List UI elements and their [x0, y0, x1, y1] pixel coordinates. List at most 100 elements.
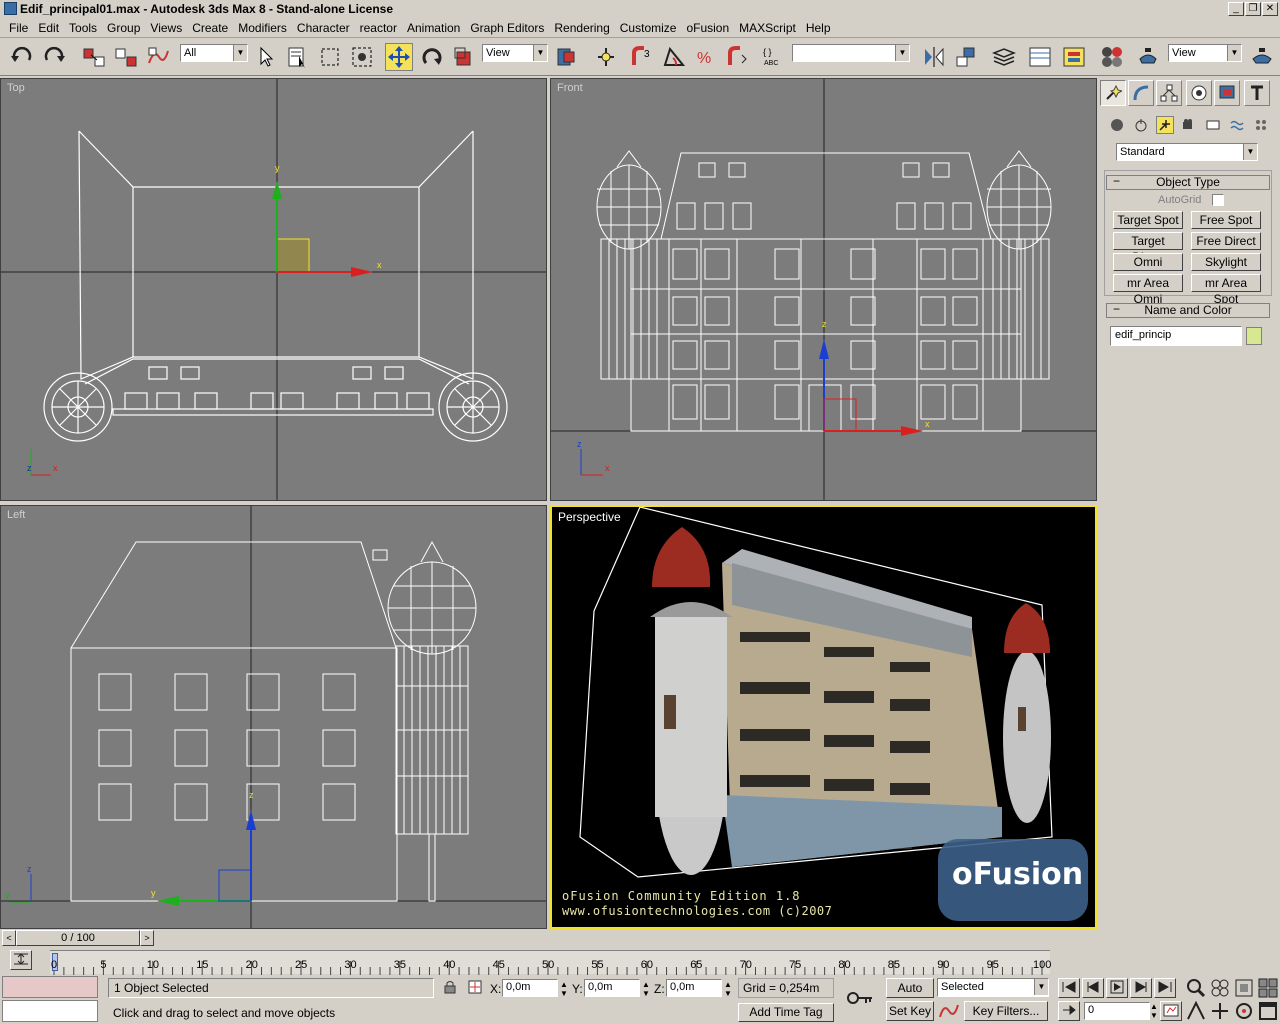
autogrid-checkbox[interactable]: [1212, 194, 1224, 206]
add-time-tag-button[interactable]: Add Time Tag: [738, 1003, 834, 1022]
unlink-icon[interactable]: [112, 43, 140, 71]
select-move-icon[interactable]: [385, 43, 413, 71]
link-icon[interactable]: [80, 43, 108, 71]
select-object-icon[interactable]: [252, 43, 280, 71]
default-key-icon[interactable]: [846, 990, 874, 1006]
light-button-mr-area-spot[interactable]: mr Area Spot: [1191, 274, 1261, 306]
auto-key-button[interactable]: Auto Key: [886, 978, 934, 1013]
name-color-rollout-header[interactable]: − Name and Color: [1106, 303, 1270, 318]
select-scale-icon[interactable]: [450, 43, 478, 71]
render-scene-icon[interactable]: [1134, 43, 1162, 71]
menu-item-modifiers[interactable]: Modifiers: [233, 21, 292, 35]
menu-item-file[interactable]: File: [4, 21, 33, 35]
select-manipulate-icon[interactable]: [592, 43, 620, 71]
hierarchy-panel-tab[interactable]: [1156, 80, 1182, 106]
menu-item-edit[interactable]: Edit: [33, 21, 64, 35]
time-config-icon[interactable]: [1160, 1001, 1182, 1021]
key-mode-toggle-icon[interactable]: [1058, 1001, 1080, 1021]
edit-named-selection-icon[interactable]: { } ABC: [760, 43, 788, 71]
systems-icon[interactable]: [1252, 116, 1270, 134]
menu-item-help[interactable]: Help: [801, 21, 836, 35]
frame-spinner[interactable]: ▲ ▼: [1150, 1002, 1158, 1020]
viewport-label-left[interactable]: Left: [7, 509, 25, 521]
rect-selection-icon[interactable]: [316, 43, 344, 71]
modify-panel-tab[interactable]: [1128, 80, 1154, 106]
menu-item-views[interactable]: Views: [145, 21, 187, 35]
time-slider-thumb[interactable]: 0 / 100: [16, 930, 140, 946]
maxscript-listener-mini[interactable]: [2, 976, 98, 998]
light-button-target-direct[interactable]: Target Direct: [1113, 232, 1183, 264]
window-crossing-icon[interactable]: [348, 43, 376, 71]
y-coord-field[interactable]: 0,0m: [584, 979, 640, 997]
zoom-extents-all-icon[interactable]: [1258, 978, 1280, 998]
quick-render-icon[interactable]: [1248, 43, 1276, 71]
light-button-omni[interactable]: Omni: [1113, 253, 1183, 271]
snap-toggle-icon[interactable]: 3: [628, 43, 656, 71]
display-panel-tab[interactable]: [1214, 80, 1240, 106]
z-coord-field[interactable]: 0,0m: [666, 979, 722, 997]
redo-icon[interactable]: [40, 43, 68, 71]
key-mode-dropdown[interactable]: Selected ▼: [937, 978, 1049, 997]
object-color-swatch[interactable]: [1246, 327, 1262, 345]
pan-icon[interactable]: [1210, 1001, 1232, 1021]
goto-start-icon[interactable]: [1058, 978, 1080, 998]
set-key-button[interactable]: Set Key: [886, 1001, 934, 1021]
light-button-target-spot[interactable]: Target Spot: [1113, 211, 1183, 229]
viewport-front[interactable]: z x z x Front: [550, 78, 1097, 501]
material-editor-icon[interactable]: [1098, 43, 1126, 71]
spinner-snap-icon[interactable]: [724, 43, 752, 71]
viewport-top[interactable]: y x z x Top: [0, 78, 547, 501]
viewport-left[interactable]: z y z y Left: [0, 505, 547, 929]
curve-editor-icon[interactable]: [1026, 43, 1054, 71]
schematic-view-icon[interactable]: [1060, 43, 1088, 71]
menu-item-animation[interactable]: Animation: [402, 21, 465, 35]
reference-coordinate-dropdown[interactable]: View ▼: [482, 44, 548, 62]
layer-manager-icon[interactable]: [990, 43, 1018, 71]
arc-rotate-icon[interactable]: [1234, 1001, 1256, 1021]
viewport-perspective[interactable]: Perspective oFusion oFusion Community Ed…: [550, 505, 1097, 929]
helpers-icon[interactable]: [1204, 116, 1222, 134]
shapes-icon[interactable]: [1132, 116, 1150, 134]
zoom-extents-icon[interactable]: [1234, 978, 1256, 998]
key-filters-button[interactable]: Key Filters...: [964, 1001, 1048, 1021]
percent-snap-icon[interactable]: %: [692, 43, 720, 71]
time-slider-track[interactable]: < 0 / 100 >: [0, 929, 1097, 947]
menu-item-group[interactable]: Group: [102, 21, 145, 35]
menu-item-rendering[interactable]: Rendering: [549, 21, 614, 35]
object-type-rollout-header[interactable]: − Object Type: [1106, 175, 1270, 190]
menu-item-reactor[interactable]: reactor: [355, 21, 402, 35]
menu-item-customize[interactable]: Customize: [615, 21, 682, 35]
y-spinner[interactable]: ▲ ▼: [642, 980, 650, 998]
geometry-icon[interactable]: [1108, 116, 1126, 134]
light-category-dropdown[interactable]: Standard ▼: [1116, 143, 1258, 161]
prev-frame-icon[interactable]: [1082, 978, 1104, 998]
zoom-icon[interactable]: [1186, 978, 1208, 998]
close-button[interactable]: ✕: [1262, 2, 1278, 16]
pivot-center-icon[interactable]: [552, 43, 580, 71]
select-by-name-icon[interactable]: [284, 43, 312, 71]
align-icon[interactable]: [952, 43, 980, 71]
field-of-view-icon[interactable]: [1186, 1000, 1208, 1021]
light-button-skylight[interactable]: Skylight: [1191, 253, 1261, 271]
light-button-mr-area-omni[interactable]: mr Area Omni: [1113, 274, 1183, 306]
object-name-field[interactable]: edif_princip: [1110, 326, 1242, 346]
create-panel-tab[interactable]: [1100, 80, 1126, 106]
x-coord-field[interactable]: 0,0m: [502, 979, 558, 997]
menu-item-tools[interactable]: Tools: [64, 21, 102, 35]
next-frame-icon[interactable]: [1130, 978, 1152, 998]
menu-item-graph-editors[interactable]: Graph Editors: [465, 21, 549, 35]
menu-item-character[interactable]: Character: [292, 21, 355, 35]
minimize-button[interactable]: _: [1228, 2, 1244, 16]
track-bar-toggle[interactable]: [10, 950, 32, 970]
lock-selection-icon[interactable]: [444, 980, 456, 994]
bind-spacewarp-icon[interactable]: [144, 43, 172, 71]
maximize-viewport-icon[interactable]: [1258, 1001, 1280, 1021]
selection-filter-dropdown[interactable]: All ▼: [180, 44, 248, 62]
time-next-arrow[interactable]: >: [140, 930, 154, 946]
absolute-mode-icon[interactable]: [468, 980, 482, 994]
play-icon[interactable]: [1106, 978, 1128, 998]
zoom-all-icon[interactable]: [1210, 978, 1232, 998]
light-button-free-spot[interactable]: Free Spot: [1191, 211, 1261, 229]
utilities-panel-tab[interactable]: [1244, 80, 1270, 106]
angle-snap-icon[interactable]: [660, 43, 688, 71]
